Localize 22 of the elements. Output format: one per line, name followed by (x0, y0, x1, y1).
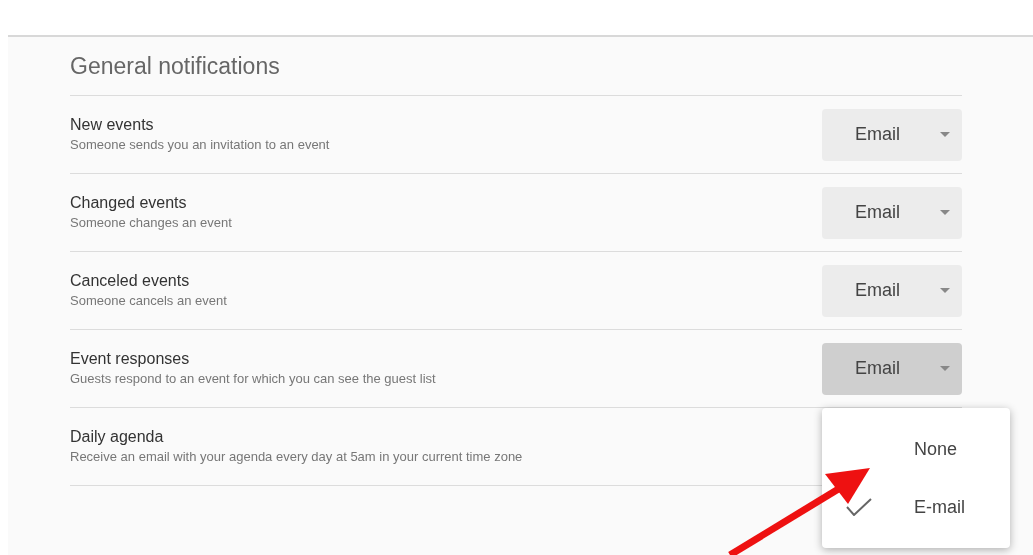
setting-title: Event responses (70, 348, 191, 369)
setting-title: Canceled events (70, 270, 191, 291)
caret-icon (940, 288, 950, 293)
setting-description: Guests respond to an event for which you can see the guest list (70, 369, 436, 388)
checkmark-icon (846, 498, 872, 516)
setting-description: Someone cancels an event (70, 291, 227, 310)
setting-description: Receive an email with your agenda every day at 5am in your current time zone (70, 447, 523, 466)
section-title: General notifications (70, 51, 280, 81)
caret-icon (940, 210, 950, 215)
caret-icon (940, 132, 950, 137)
dropdown[interactable]: Email (822, 264, 962, 317)
menu-option[interactable]: None (822, 429, 1010, 469)
dropdown[interactable]: Email (822, 186, 962, 239)
setting-title: Daily agenda (70, 426, 165, 447)
menu-option[interactable]: E-mail (822, 487, 1010, 527)
setting-title: Changed events (70, 192, 188, 213)
setting-title: New events (70, 114, 155, 135)
setting-description: Someone changes an event (70, 213, 232, 232)
dropdown[interactable]: Email (822, 342, 962, 395)
caret-icon (940, 366, 950, 371)
setting-description: Someone sends you an invitation to an event (70, 135, 330, 154)
dropdown[interactable]: Email (822, 108, 962, 161)
